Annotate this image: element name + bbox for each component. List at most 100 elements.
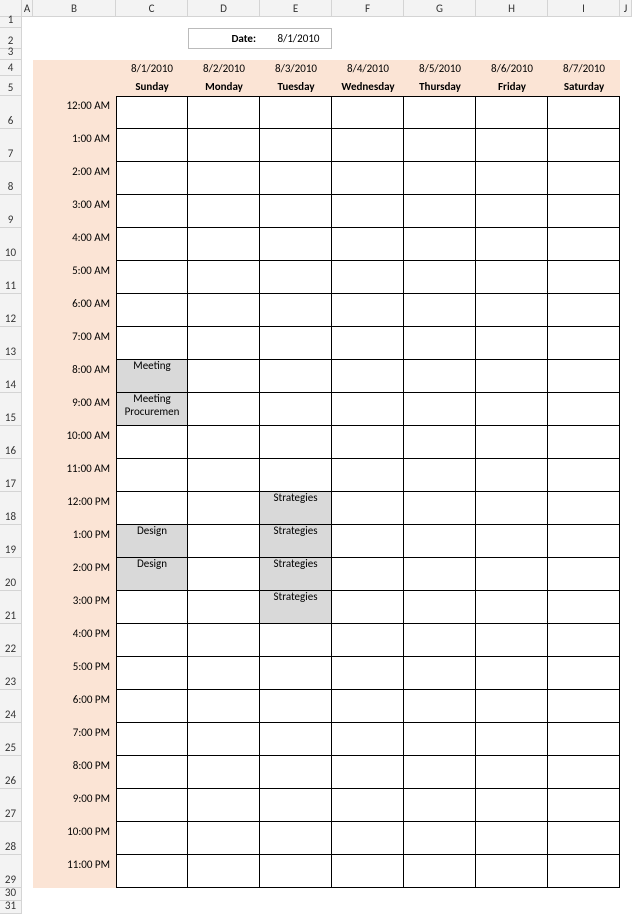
calendar-event[interactable]: Design [116,558,188,591]
row-header[interactable]: 21 [0,591,22,624]
calendar-cell[interactable] [332,723,404,756]
calendar-cell[interactable] [188,558,260,591]
calendar-cell[interactable] [476,855,548,888]
calendar-cell[interactable] [188,591,260,624]
row-header[interactable]: 29 [0,855,22,888]
calendar-cell[interactable] [476,822,548,855]
calendar-cell[interactable] [404,690,476,723]
row-header[interactable]: 19 [0,525,22,558]
calendar-cell[interactable] [332,657,404,690]
calendar-cell[interactable] [476,789,548,822]
calendar-cell[interactable] [404,162,476,195]
calendar-cell[interactable] [260,723,332,756]
calendar-cell[interactable] [260,261,332,294]
row-header[interactable]: 1 [0,17,22,28]
calendar-cell[interactable] [332,459,404,492]
calendar-cell[interactable] [476,162,548,195]
calendar-cell[interactable] [404,855,476,888]
calendar-cell[interactable] [188,360,260,393]
calendar-cell[interactable] [332,492,404,525]
col-header-C[interactable]: C [116,0,188,17]
row-header[interactable]: 9 [0,195,22,228]
calendar-cell[interactable] [188,789,260,822]
calendar-cell[interactable] [188,822,260,855]
row-header[interactable]: 31 [0,901,22,914]
calendar-cell[interactable] [404,657,476,690]
calendar-cell[interactable] [476,558,548,591]
calendar-cell[interactable] [332,327,404,360]
calendar-cell[interactable] [332,96,404,129]
calendar-cell[interactable] [188,459,260,492]
calendar-cell[interactable] [116,129,188,162]
row-header[interactable]: 28 [0,822,22,855]
col-header-J[interactable]: J [620,0,632,17]
calendar-cell[interactable] [404,591,476,624]
calendar-cell[interactable] [476,756,548,789]
calendar-cell[interactable] [404,228,476,261]
calendar-cell[interactable] [188,525,260,558]
calendar-cell[interactable] [332,294,404,327]
calendar-cell[interactable] [116,261,188,294]
row-header[interactable]: 8 [0,162,22,195]
calendar-cell[interactable] [476,96,548,129]
row-header[interactable]: 27 [0,789,22,822]
row-header[interactable]: 13 [0,327,22,360]
calendar-cell[interactable] [332,822,404,855]
calendar-cell[interactable] [476,492,548,525]
calendar-event[interactable]: Strategies [260,591,332,624]
calendar-cell[interactable] [476,525,548,558]
calendar-cell[interactable] [476,426,548,459]
row-header[interactable]: 14 [0,360,22,393]
calendar-cell[interactable] [548,690,620,723]
calendar-cell[interactable] [188,261,260,294]
col-header-H[interactable]: H [476,0,548,17]
calendar-cell[interactable] [548,789,620,822]
calendar-cell[interactable] [116,756,188,789]
calendar-cell[interactable] [548,393,620,426]
calendar-cell[interactable] [332,624,404,657]
col-header-G[interactable]: G [404,0,476,17]
calendar-cell[interactable] [188,756,260,789]
calendar-cell[interactable] [260,96,332,129]
calendar-cell[interactable] [476,327,548,360]
calendar-cell[interactable] [260,690,332,723]
calendar-cell[interactable] [548,657,620,690]
calendar-cell[interactable] [404,624,476,657]
calendar-cell[interactable] [116,96,188,129]
calendar-cell[interactable] [188,723,260,756]
calendar-cell[interactable] [116,228,188,261]
date-input[interactable]: 8/1/2010 [260,28,332,49]
calendar-cell[interactable] [476,129,548,162]
calendar-cell[interactable] [476,624,548,657]
row-header[interactable]: 4 [0,60,22,76]
row-header[interactable]: 16 [0,426,22,459]
calendar-cell[interactable] [548,129,620,162]
calendar-cell[interactable] [404,723,476,756]
calendar-cell[interactable] [116,459,188,492]
calendar-cell[interactable] [332,789,404,822]
calendar-cell[interactable] [548,591,620,624]
calendar-cell[interactable] [260,756,332,789]
calendar-cell[interactable] [260,822,332,855]
calendar-cell[interactable] [260,459,332,492]
calendar-cell[interactable] [188,624,260,657]
row-header[interactable]: 17 [0,459,22,492]
calendar-cell[interactable] [260,228,332,261]
calendar-cell[interactable] [116,195,188,228]
calendar-cell[interactable] [476,591,548,624]
calendar-cell[interactable] [332,426,404,459]
calendar-cell[interactable] [548,261,620,294]
calendar-cell[interactable] [260,162,332,195]
calendar-cell[interactable] [404,393,476,426]
calendar-cell[interactable] [476,459,548,492]
calendar-cell[interactable] [476,228,548,261]
calendar-cell[interactable] [116,162,188,195]
calendar-event[interactable]: Design [116,525,188,558]
calendar-cell[interactable] [476,294,548,327]
calendar-event[interactable]: Strategies [260,558,332,591]
calendar-cell[interactable] [404,129,476,162]
calendar-cell[interactable] [404,195,476,228]
col-header-F[interactable]: F [332,0,404,17]
row-header[interactable]: 24 [0,690,22,723]
calendar-cell[interactable] [548,195,620,228]
